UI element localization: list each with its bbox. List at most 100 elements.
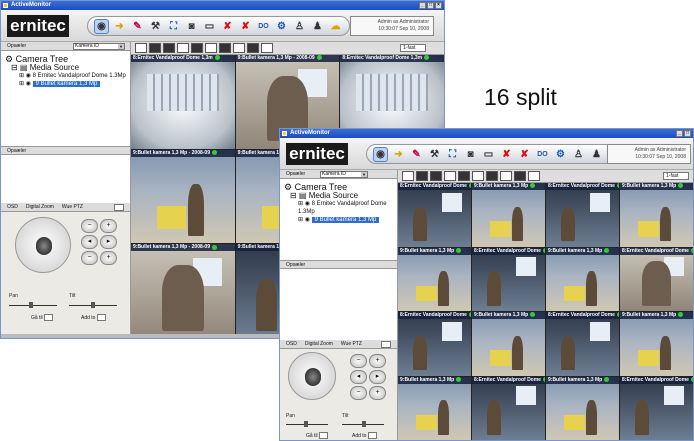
tilt-slider-thumb[interactable] [362, 421, 366, 427]
chat-icon[interactable]: ☁ [328, 19, 343, 34]
close-button[interactable]: × [435, 2, 442, 9]
video-tile[interactable]: 8:Ernitec Vandalproof Dome [546, 312, 619, 376]
ptz-joystick[interactable] [15, 217, 71, 273]
layout-25-button[interactable] [261, 43, 273, 53]
zoom-in-button[interactable]: + [100, 219, 117, 233]
joystick-knob[interactable] [305, 368, 321, 386]
pan-slider-thumb[interactable] [29, 302, 33, 308]
network-icon[interactable]: ⚙ [274, 19, 289, 34]
maximize-button[interactable]: □ [684, 130, 691, 137]
layout-10-button[interactable] [205, 43, 217, 53]
video-tile[interactable]: 9:Bullet kamera 1,3 Mp [398, 247, 471, 311]
iris-close-button[interactable]: − [81, 251, 98, 265]
video-tile[interactable]: 8:Ernitec Vandalproof Dome [620, 376, 693, 440]
tab-ptz[interactable]: Wue PTZ [62, 203, 83, 211]
layout-1-button[interactable] [402, 171, 414, 181]
fullscreen-icon[interactable]: ⛶ [166, 19, 181, 34]
tab-digital-zoom[interactable]: Digital Zoom [305, 340, 333, 348]
joystick-knob[interactable] [36, 237, 52, 255]
video-tile[interactable]: 8:Ernitec Vandalproof Dome [472, 376, 545, 440]
camera-select[interactable]: Kamera ID ▼ [73, 43, 125, 50]
video-tile[interactable]: 8:Ernitec Vandalproof Dome [546, 183, 619, 247]
add-dropdown[interactable] [367, 432, 377, 439]
goto-dropdown[interactable] [319, 432, 329, 439]
video-tile[interactable]: 8:Ernitec Vandalproof Dome [398, 312, 471, 376]
arrow-icon[interactable]: ➜ [112, 19, 127, 34]
video-tile[interactable]: 9:Bullet kamera 1,3 Mp [472, 312, 545, 376]
layout-2-button[interactable] [149, 43, 161, 53]
layout-13-button[interactable] [486, 171, 498, 181]
tools-icon[interactable]: ⚒ [427, 147, 442, 162]
layout-4-button[interactable] [430, 171, 442, 181]
layout-6-button[interactable] [177, 43, 189, 53]
video-tile[interactable]: 9:Bullet kamera 1,3 Mp [620, 183, 693, 247]
layout-16-button[interactable] [233, 43, 245, 53]
focus-far-button[interactable]: ▸ [369, 370, 386, 384]
arrow-icon[interactable]: ➜ [391, 147, 406, 162]
tree-item[interactable]: ⊞ ◉ 8 Ernitec Vandalproof Dome 1.3Mp [5, 72, 126, 80]
tab-ptz[interactable]: Wue PTZ [341, 340, 362, 348]
layout-20-button[interactable] [514, 171, 526, 181]
iris-open-button[interactable]: + [100, 251, 117, 265]
tilt-slider[interactable] [342, 421, 384, 427]
video-tile[interactable]: 9:Bullet kamera 1,3 Mp [398, 376, 471, 440]
layout-13-button[interactable] [219, 43, 231, 53]
camera-icon[interactable]: ◙ [463, 147, 478, 162]
tab-digital-zoom[interactable]: Digital Zoom [26, 203, 54, 211]
video-tile[interactable]: 9:Bullet kamera 1,3 Mp - 2008-09 [131, 244, 235, 338]
video-tile[interactable]: 9:Bullet kamera 1,3 Mp [620, 312, 693, 376]
layout-2-button[interactable] [416, 171, 428, 181]
tree-item[interactable]: ⊞ ◉ 8 Ernitec Vandalproof Dome 1.3Mp [284, 200, 393, 216]
video-tile[interactable]: 9:Bullet kamera 1,3 Mp [546, 376, 619, 440]
pan-slider-thumb[interactable] [304, 421, 308, 427]
delete-all-icon[interactable]: ✘ [238, 19, 253, 34]
iris-open-button[interactable]: + [369, 386, 386, 400]
zoom-in-button[interactable]: + [369, 354, 386, 368]
layout-16-button[interactable] [500, 171, 512, 181]
layout-20-button[interactable] [247, 43, 259, 53]
layout-9-button[interactable] [191, 43, 203, 53]
focus-near-button[interactable]: ◂ [350, 370, 367, 384]
dio-icon[interactable]: DO [535, 147, 550, 162]
network-icon[interactable]: ⚙ [553, 147, 568, 162]
tilt-slider[interactable] [69, 302, 117, 308]
user-icon[interactable]: ♙ [292, 19, 307, 34]
iris-close-button[interactable]: − [350, 386, 367, 400]
tree-item[interactable]: ⊞ ◉ 9 Bullet kamera 1,3 Mp [284, 216, 393, 224]
layout-9-button[interactable] [458, 171, 470, 181]
tree-item[interactable]: ⊞ ◉ 9 Bullet kamera 1,3 Mp [5, 80, 126, 88]
goto-dropdown[interactable] [44, 314, 54, 321]
pan-slider[interactable] [9, 302, 57, 308]
zoom-out-button[interactable]: − [350, 354, 367, 368]
video-tile[interactable]: 8:Ernitec Vandalproof Dome [620, 247, 693, 311]
layout-25-button[interactable] [528, 171, 540, 181]
minimize-button[interactable]: _ [676, 130, 683, 137]
focus-far-button[interactable]: ▸ [100, 235, 117, 249]
tilt-slider-thumb[interactable] [91, 302, 95, 308]
fullscreen-icon[interactable]: ⛶ [445, 147, 460, 162]
grid-mode-select[interactable]: 1-fast [663, 172, 689, 180]
tree-media-source[interactable]: ⊟ ▤ Media Source [5, 64, 126, 72]
tree-media-source[interactable]: ⊟ ▤ Media Source [284, 192, 393, 200]
video-tile[interactable]: 8:Ernitec Vandalproof Dome [472, 247, 545, 311]
user-settings-icon[interactable]: ♟ [589, 147, 604, 162]
eye-icon[interactable]: ◉ [373, 146, 388, 162]
layout-10-button[interactable] [472, 171, 484, 181]
video-tile[interactable]: 8:Ernitec Vandalproof Dome [398, 183, 471, 247]
record-icon[interactable]: ▭ [481, 147, 496, 162]
minimize-button[interactable]: _ [419, 2, 426, 9]
layout-6-button[interactable] [444, 171, 456, 181]
tab-osd[interactable]: OSD [7, 203, 18, 211]
delete-icon[interactable]: ✘ [220, 19, 235, 34]
edit-icon[interactable]: ✎ [409, 147, 424, 162]
layout-1-button[interactable] [135, 43, 147, 53]
tab-osd[interactable]: OSD [286, 340, 297, 348]
user-settings-icon[interactable]: ♟ [310, 19, 325, 34]
tools-icon[interactable]: ⚒ [148, 19, 163, 34]
delete-all-icon[interactable]: ✘ [517, 147, 532, 162]
pan-slider[interactable] [286, 421, 328, 427]
video-tile[interactable]: 9:Bullet kamera 1,3 Mp - 2008-09 [131, 149, 235, 244]
user-icon[interactable]: ♙ [571, 147, 586, 162]
video-tile[interactable]: 9:Bullet kamera 1,3 Mp [546, 247, 619, 311]
add-dropdown[interactable] [96, 314, 106, 321]
